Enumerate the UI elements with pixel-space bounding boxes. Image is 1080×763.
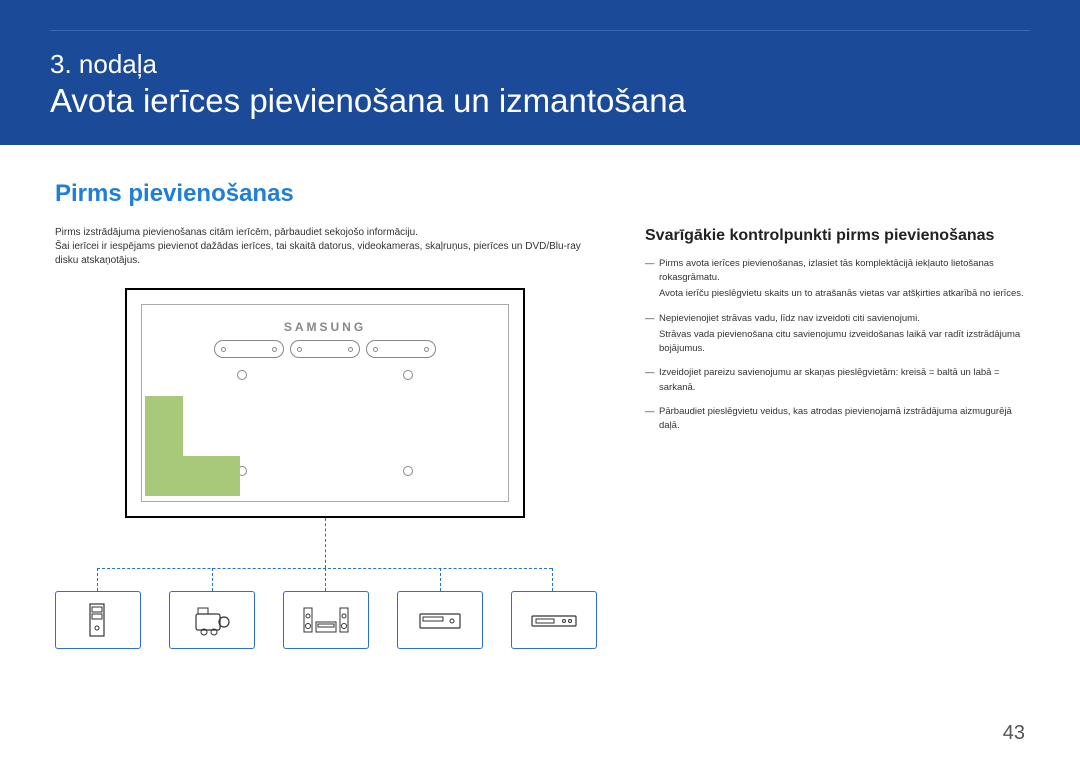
chapter-header: 3. nodaļa Avota ierīces pievienošana un … bbox=[0, 0, 1080, 145]
checklist-item: Pārbaudiet pieslēgvietu veidus, kas atro… bbox=[645, 405, 1025, 434]
connection-diagram: SAMSUNG bbox=[55, 288, 595, 648]
intro-line-2: Šai ierīcei ir iespējams pievienot dažād… bbox=[55, 241, 581, 266]
intro-line-1: Pirms izstrādājuma pievienošanas citām i… bbox=[55, 227, 418, 238]
device-pc-tower bbox=[55, 591, 141, 649]
tv-brand-label: SAMSUNG bbox=[284, 320, 366, 334]
checklist-item: Nepievienojiet strāvas vadu, līdz nav iz… bbox=[645, 312, 1025, 357]
checklist-item: Izveidojiet pareizu savienojumu ar skaņa… bbox=[645, 366, 1025, 395]
right-column: Svarīgākie kontrolpunkti pirms pievienoš… bbox=[645, 226, 1025, 648]
device-disc-player bbox=[511, 591, 597, 649]
chapter-title: Avota ierīces pievienošana un izmantošan… bbox=[50, 82, 1030, 120]
intro-text: Pirms izstrādājuma pievienošanas citām i… bbox=[55, 226, 595, 268]
section-title: Pirms pievienošanas bbox=[55, 180, 1025, 208]
left-column: Pirms izstrādājuma pievienošanas citām i… bbox=[55, 226, 595, 648]
tv-back-illustration: SAMSUNG bbox=[125, 288, 525, 518]
device-camcorder bbox=[169, 591, 255, 649]
device-home-theater bbox=[283, 591, 369, 649]
chapter-number: 3. nodaļa bbox=[50, 49, 1030, 80]
device-set-top-box bbox=[397, 591, 483, 649]
checklist-item: Pirms avota ierīces pievienošanas, izlas… bbox=[645, 257, 1025, 302]
header-divider bbox=[50, 30, 1030, 31]
checklist-heading: Svarīgākie kontrolpunkti pirms pievienoš… bbox=[645, 226, 1025, 247]
page-number: 43 bbox=[1003, 722, 1025, 745]
checklist: Pirms avota ierīces pievienošanas, izlas… bbox=[645, 257, 1025, 434]
page-content: Pirms pievienošanas Pirms izstrādājuma p… bbox=[0, 145, 1080, 648]
